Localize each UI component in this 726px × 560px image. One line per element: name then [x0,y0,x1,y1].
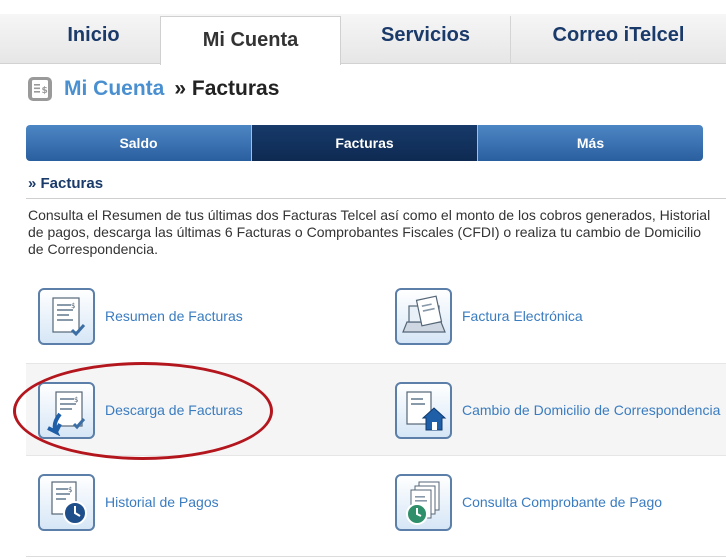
option-descarga-de-facturas[interactable]: $ Descarga de Facturas [38,364,378,457]
option-resumen-de-facturas[interactable]: $ Resumen de Facturas [38,270,378,363]
bill-icon: $ [28,77,52,101]
subtab-facturas[interactable]: Facturas [252,125,478,161]
invoice-house-icon [395,382,452,439]
breadcrumb: $ Mi Cuenta » Facturas [26,74,279,104]
options-row: $ Resumen de Facturas Factura Electrónic… [26,270,726,363]
svg-text:$: $ [42,86,48,96]
option-label[interactable]: Factura Electrónica [462,308,583,325]
tab-correo-itelcel[interactable]: Correo iTelcel [511,16,726,64]
section-description: Consulta el Resumen de tus últimas dos F… [28,207,711,257]
invoice-download-icon: $ [38,382,95,439]
breadcrumb-separator: » [174,77,187,100]
option-factura-electronica[interactable]: Factura Electrónica [395,270,725,363]
laptop-invoice-icon [395,288,452,345]
option-label[interactable]: Cambio de Domicilio de Correspondencia [462,402,720,419]
top-navigation: Inicio Mi Cuenta Servicios Correo iTelce… [0,0,726,66]
subtab-mas[interactable]: Más [478,125,703,161]
options-row: $ Descarga de Facturas Cambio de Domicil… [26,363,726,456]
svg-text:$: $ [68,486,72,494]
option-historial-de-pagos[interactable]: $ Historial de Pagos [38,456,378,549]
option-label[interactable]: Resumen de Facturas [105,308,243,325]
option-consulta-comprobante-de-pago[interactable]: Consulta Comprobante de Pago [395,456,725,549]
option-cambio-de-domicilio[interactable]: Cambio de Domicilio de Correspondencia [395,364,725,457]
svg-text:$: $ [74,396,78,404]
section-title: » Facturas [28,175,104,192]
breadcrumb-root-link[interactable]: Mi Cuenta [64,77,164,101]
option-label[interactable]: Descarga de Facturas [105,402,243,419]
option-label[interactable]: Historial de Pagos [105,494,219,511]
section-divider [26,198,726,199]
sub-navigation: Saldo Facturas Más [26,125,703,161]
options-row: $ Historial de Pagos Consulta Comprobant… [26,456,726,549]
bottom-divider [26,556,726,557]
invoice-clock-icon: $ [38,474,95,531]
svg-text:$: $ [71,302,75,310]
subtab-saldo[interactable]: Saldo [26,125,252,161]
tab-mi-cuenta[interactable]: Mi Cuenta [160,16,341,66]
tab-servicios[interactable]: Servicios [341,16,511,64]
breadcrumb-current: Facturas [191,77,280,100]
option-label[interactable]: Consulta Comprobante de Pago [462,494,662,511]
receipt-history-icon [395,474,452,531]
invoice-check-icon: $ [38,288,95,345]
